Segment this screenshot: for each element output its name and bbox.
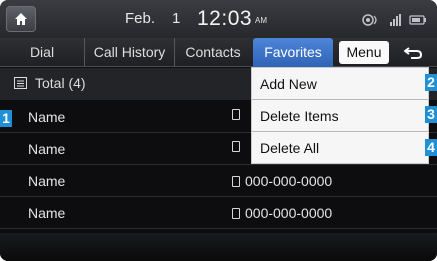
status-bar: Feb. 1 12:03 AM: [0, 0, 437, 38]
menu-item-delete-all[interactable]: Delete All: [252, 132, 428, 164]
tab-contacts[interactable]: Contacts: [175, 38, 251, 67]
total-count: Total (4): [14, 75, 86, 91]
favorite-name: Name: [28, 109, 66, 125]
phone-icon: [232, 109, 240, 120]
bottom-area: [0, 233, 437, 261]
favorite-phone: [232, 141, 245, 152]
favorite-name: Name: [28, 205, 66, 221]
callout-badge: 1: [0, 110, 12, 127]
favorite-number: 000-000-0000: [245, 173, 333, 189]
callout-badge: 4: [425, 139, 437, 156]
back-button[interactable]: [398, 42, 428, 64]
menu-dropdown: Add New Delete Items Delete All: [251, 67, 429, 164]
favorite-row[interactable]: Name 000-000-0000: [0, 198, 437, 229]
bluetooth-icon: [362, 14, 377, 26]
callout-badge: 3: [425, 106, 437, 123]
favorite-name: Name: [28, 173, 66, 189]
favorite-name: Name: [28, 141, 66, 157]
date-text: Feb.: [125, 10, 156, 27]
phone-icon: [232, 175, 240, 187]
home-icon: [15, 13, 27, 25]
tab-call-history[interactable]: Call History: [85, 38, 175, 67]
tab-dial[interactable]: Dial: [0, 38, 85, 67]
favorite-phone: [232, 109, 245, 120]
battery-icon: [409, 15, 426, 25]
clock-time: 12:03: [197, 7, 253, 30]
signal-icon: [390, 14, 401, 26]
home-button[interactable]: [6, 6, 36, 32]
status-icons: [362, 14, 426, 26]
favorite-number: 000-000-0000: [245, 205, 333, 221]
callout-badge: 2: [425, 74, 437, 91]
list-icon: [14, 77, 27, 89]
menu-item-add-new[interactable]: Add New: [252, 68, 428, 100]
menu-button[interactable]: Menu: [339, 41, 389, 64]
phone-icon: [232, 141, 240, 152]
favorite-phone: 000-000-0000: [232, 205, 332, 221]
day-text: 1: [172, 10, 181, 27]
favorite-phone: 000-000-0000: [232, 173, 332, 189]
back-arrow-icon: [404, 47, 423, 59]
favorite-row[interactable]: Name 000-000-0000: [0, 166, 437, 197]
phone-icon: [232, 207, 240, 219]
menu-item-delete-items[interactable]: Delete Items: [252, 100, 428, 132]
total-label: Total (4): [35, 75, 86, 91]
tab-favorites[interactable]: Favorites: [253, 38, 333, 67]
clock-ampm: AM: [255, 16, 267, 25]
head-unit-screen: Feb. 1 12:03 AM Dial Call History Contac…: [0, 0, 437, 261]
